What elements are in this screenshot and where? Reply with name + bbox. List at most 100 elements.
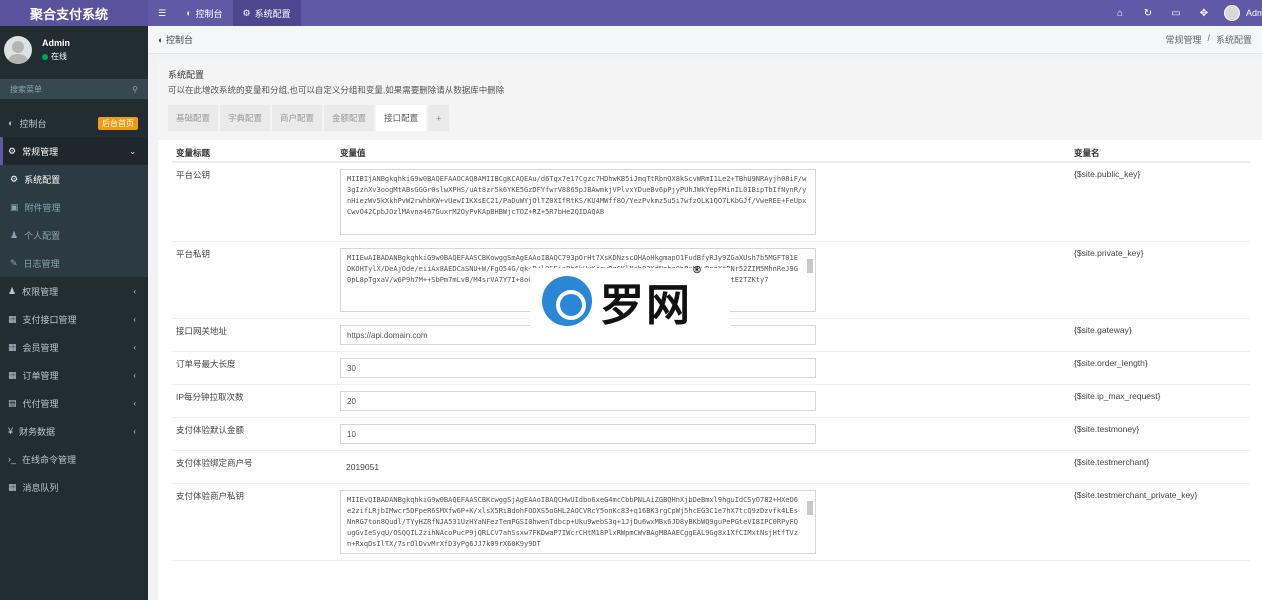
- order-length-input[interactable]: 30: [340, 358, 816, 378]
- table-header-row: 变量标题 变量值 变量名: [172, 144, 1250, 163]
- column-header: 变量标题: [172, 144, 336, 163]
- sidebar-item-payout[interactable]: ▤ 代付管理 ‹: [0, 389, 148, 417]
- test-merchant-value[interactable]: 2019051: [340, 457, 1066, 477]
- top-nav: ☰ ◐ 控制台 ⚙ 系统配置: [148, 0, 301, 26]
- chevron-left-icon: ‹: [133, 286, 136, 296]
- sidebar-item-label: 附件管理: [24, 202, 61, 213]
- top-username[interactable]: Admin: [1246, 8, 1262, 18]
- add-tab-button[interactable]: +: [428, 105, 450, 131]
- avatar[interactable]: [1224, 5, 1240, 21]
- sidebar-item-label: 支付接口管理: [22, 314, 77, 325]
- sidebar-item-profile[interactable]: ♟ 个人配置: [0, 221, 148, 249]
- table-row: 订单号最大长度 30 {$site.order_length}: [172, 351, 1250, 385]
- sidebar-item-label: 常规管理: [22, 146, 59, 157]
- sidebar-item-general[interactable]: ⚙ 常规管理 ⌄: [0, 137, 148, 165]
- row-value-cell: 10: [336, 417, 1070, 451]
- gear-icon: ⚙: [10, 173, 19, 184]
- search-icon[interactable]: ⚲: [132, 85, 138, 94]
- breadcrumb-item: 系统配置: [1215, 35, 1252, 45]
- row-var-name: {$site.testmerchant_private_key}: [1070, 483, 1250, 561]
- tab-dictionary[interactable]: 字典配置: [220, 105, 271, 131]
- user-status-label: 在线: [51, 52, 67, 61]
- breadcrumb-trail: 常规管理 / 系统配置: [1165, 33, 1252, 46]
- public-key-textarea[interactable]: MIIBIjANBgkqhkiG9w0BAQEFAAOCAQ8AMIIBCgKC…: [340, 169, 816, 235]
- breadcrumb-home-label: 控制台: [165, 35, 193, 45]
- chevron-left-icon: ‹: [133, 426, 136, 436]
- column-header: 变量值: [336, 144, 1070, 163]
- top-navbar: 聚合支付系统 ☰ ◐ 控制台 ⚙ 系统配置 ⌂ ↻ ▭ ✥ Admin: [0, 0, 1262, 26]
- test-money-input[interactable]: 10: [340, 424, 816, 444]
- terminal-icon: ›_: [8, 454, 17, 464]
- refresh-icon[interactable]: ↻: [1134, 8, 1162, 19]
- sidebar-item-member[interactable]: ▦ 会员管理 ‹: [0, 333, 148, 361]
- tab-system-config[interactable]: ⚙ 系统配置: [232, 0, 301, 26]
- sidebar-item-label: 消息队列: [22, 482, 59, 493]
- sidebar-item-dashboard[interactable]: ◐ 控制台 后台首页: [0, 109, 148, 137]
- row-var-name: {$site.order_length}: [1070, 351, 1250, 385]
- sidebar-item-system-config[interactable]: ⚙ 系统配置: [0, 165, 148, 193]
- row-title: IP每分钟拉取次数: [172, 384, 336, 418]
- table-row: 支付体验默认金额 10 {$site.testmoney}: [172, 417, 1250, 451]
- tab-merchant[interactable]: 商户配置: [272, 105, 323, 131]
- home-icon[interactable]: ⌂: [1106, 8, 1134, 19]
- tab-amount[interactable]: 金额配置: [324, 105, 375, 131]
- test-merchant-private-key-textarea[interactable]: MIIEvQIBADANBgkqhkiG9w0BAQEFAASCBKcwggSj…: [340, 490, 816, 554]
- config-table: 变量标题 变量值 变量名 平台公钥 MIIBIjANBgkqhkiG9w0BAQ…: [172, 144, 1250, 561]
- row-title: 接口网关地址: [172, 318, 336, 352]
- sidebar-item-label: 系统配置: [24, 174, 61, 185]
- page-description: 可以在此增改系统的变量和分组,也可以自定义分组和变量,如果需要删除请从数据库中删…: [168, 85, 505, 95]
- tab-interface[interactable]: 接口配置: [376, 105, 427, 131]
- status-badge: 后台首页: [98, 116, 138, 130]
- group-icon: ♟: [8, 285, 17, 296]
- sidebar-toggle-button[interactable]: ☰: [148, 0, 176, 26]
- dashboard-icon: ◐: [158, 35, 164, 45]
- sidebar-item-label: 控制台: [19, 118, 47, 129]
- list-icon: ▦: [8, 369, 17, 380]
- user-name: Admin: [42, 38, 70, 48]
- sidebar-submenu: ⚙ 系统配置 ▣ 附件管理 ♟ 个人配置 ✎ 日志管理: [0, 165, 148, 277]
- app-logo[interactable]: 聚合支付系统: [0, 0, 148, 26]
- sidebar-item-label: 权限管理: [22, 286, 59, 297]
- tab-basic[interactable]: 基础配置: [168, 105, 219, 131]
- row-title: 平台公钥: [172, 162, 336, 242]
- sidebar-item-order[interactable]: ▦ 订单管理 ‹: [0, 361, 148, 389]
- page-title: 系统配置: [168, 70, 205, 80]
- row-value-cell: 30: [336, 351, 1070, 385]
- sidebar-item-label: 个人配置: [24, 230, 61, 241]
- sidebar-item-label: 财务数据: [19, 426, 56, 437]
- yen-icon: ¥: [8, 426, 14, 436]
- gear-icon: ⚙: [242, 7, 251, 18]
- sidebar-item-auth[interactable]: ♟ 权限管理 ‹: [0, 277, 148, 305]
- watermark-text: 罗网 ®: [600, 265, 702, 333]
- sidebar-item-label: 代付管理: [22, 398, 59, 409]
- trash-icon[interactable]: ▭: [1162, 8, 1190, 19]
- sidebar-item-attachment[interactable]: ▣ 附件管理: [0, 193, 148, 221]
- sidebar-search[interactable]: 搜索菜单 ⚲: [0, 79, 148, 99]
- sidebar-item-log[interactable]: ✎ 日志管理: [0, 249, 148, 277]
- watermark-logo-icon: [542, 276, 592, 326]
- fullscreen-icon[interactable]: ✥: [1190, 8, 1218, 19]
- sidebar-item-queue[interactable]: ▦ 消息队列: [0, 473, 148, 501]
- ip-max-request-input[interactable]: 20: [340, 391, 816, 411]
- sidebar-item-command[interactable]: ›_ 在线命令管理: [0, 445, 148, 473]
- column-header: 变量名: [1070, 144, 1250, 163]
- row-value-cell: 2019051: [336, 450, 1070, 484]
- sidebar-item-finance[interactable]: ¥ 财务数据 ‹: [0, 417, 148, 445]
- row-var-name: {$site.ip_max_request}: [1070, 384, 1250, 418]
- sidebar-item-pay-api[interactable]: ▦ 支付接口管理 ‹: [0, 305, 148, 333]
- row-value-cell: 20: [336, 384, 1070, 418]
- registered-mark: ®: [692, 265, 704, 276]
- dashboard-icon: ◐: [8, 118, 14, 128]
- hamburger-icon: ☰: [158, 7, 167, 18]
- user-panel: Admin 在线: [0, 26, 148, 74]
- search-input[interactable]: 搜索菜单: [10, 84, 42, 95]
- breadcrumb: ◐ 控制台 常规管理 / 系统配置: [148, 26, 1262, 54]
- breadcrumb-separator: /: [1207, 33, 1210, 43]
- chevron-left-icon: ‹: [133, 398, 136, 408]
- tab-dashboard[interactable]: ◐ 控制台: [176, 0, 232, 26]
- breadcrumb-home[interactable]: ◐ 控制台: [158, 33, 193, 46]
- row-title: 平台私钥: [172, 241, 336, 319]
- file-image-icon: ▣: [10, 201, 19, 212]
- table-row: 平台公钥 MIIBIjANBgkqhkiG9w0BAQEFAAOCAQ8AMII…: [172, 162, 1250, 242]
- breadcrumb-item[interactable]: 常规管理: [1165, 33, 1201, 46]
